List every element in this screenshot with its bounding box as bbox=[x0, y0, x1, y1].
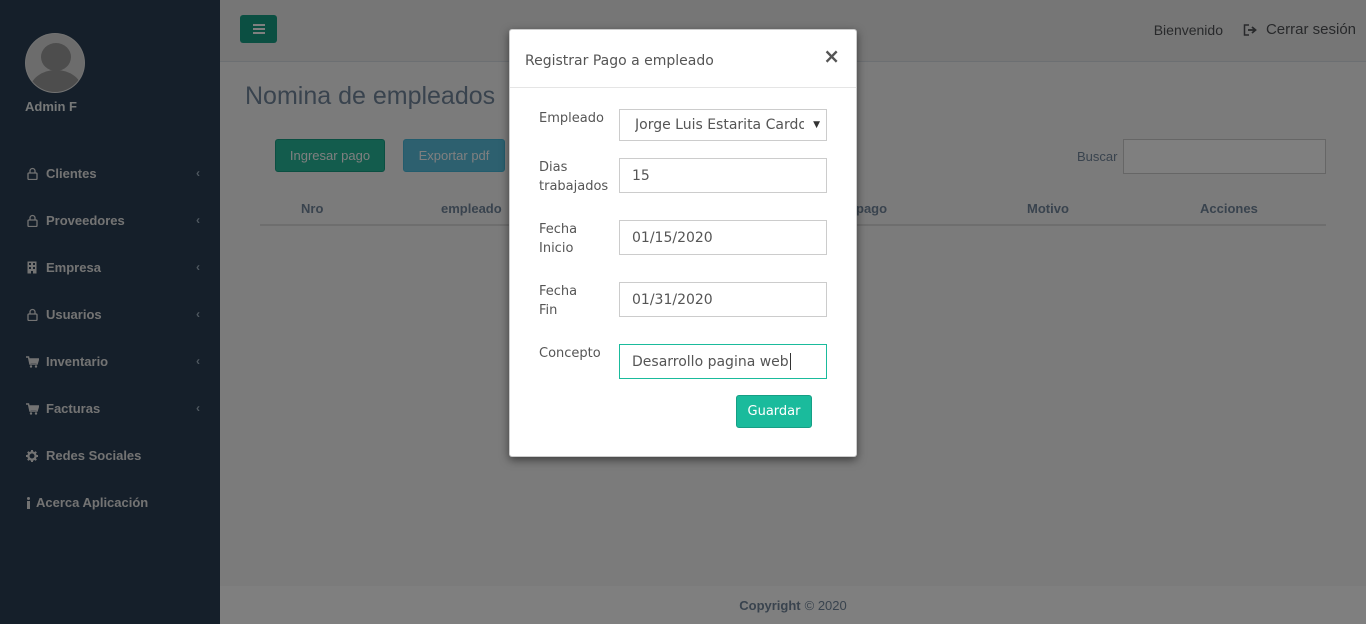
fecha-inicio-label: Fecha Inicio bbox=[539, 220, 577, 258]
modal-header: Registrar Pago a empleado × bbox=[510, 30, 856, 88]
fecha-inicio-label-line2: Inicio bbox=[539, 241, 574, 256]
fecha-inicio-input[interactable]: 01/15/2020 bbox=[619, 220, 827, 255]
empleado-select[interactable]: Jorge Luis Estarita Cardona ▼ bbox=[619, 109, 827, 141]
modal-title: Registrar Pago a empleado bbox=[525, 53, 714, 69]
close-icon[interactable]: × bbox=[823, 46, 840, 66]
fecha-inicio-label-line1: Fecha bbox=[539, 222, 578, 237]
empleado-label: Empleado bbox=[539, 111, 604, 126]
empleado-selected-value: Jorge Luis Estarita Cardona bbox=[635, 117, 804, 133]
dias-label-line2: trabajados bbox=[539, 179, 609, 194]
fecha-fin-label-line2: Fin bbox=[539, 303, 558, 318]
payment-modal: Registrar Pago a empleado × Empleado Jor… bbox=[509, 29, 857, 457]
dias-label-line1: Dias bbox=[539, 160, 568, 175]
fecha-fin-label: Fecha Fin bbox=[539, 282, 577, 320]
caret-down-icon: ▼ bbox=[813, 120, 820, 130]
fecha-fin-label-line1: Fecha bbox=[539, 284, 578, 299]
dias-label: Dias trabajados bbox=[539, 158, 608, 196]
dias-trabajados-input[interactable]: 15 bbox=[619, 158, 827, 193]
concepto-label: Concepto bbox=[539, 346, 601, 361]
text-cursor bbox=[789, 353, 791, 370]
save-button[interactable]: Guardar bbox=[736, 395, 812, 428]
fecha-fin-input[interactable]: 01/31/2020 bbox=[619, 282, 827, 317]
concepto-value: Desarrollo pagina web bbox=[632, 353, 789, 370]
concepto-input[interactable]: Desarrollo pagina web bbox=[619, 344, 827, 379]
